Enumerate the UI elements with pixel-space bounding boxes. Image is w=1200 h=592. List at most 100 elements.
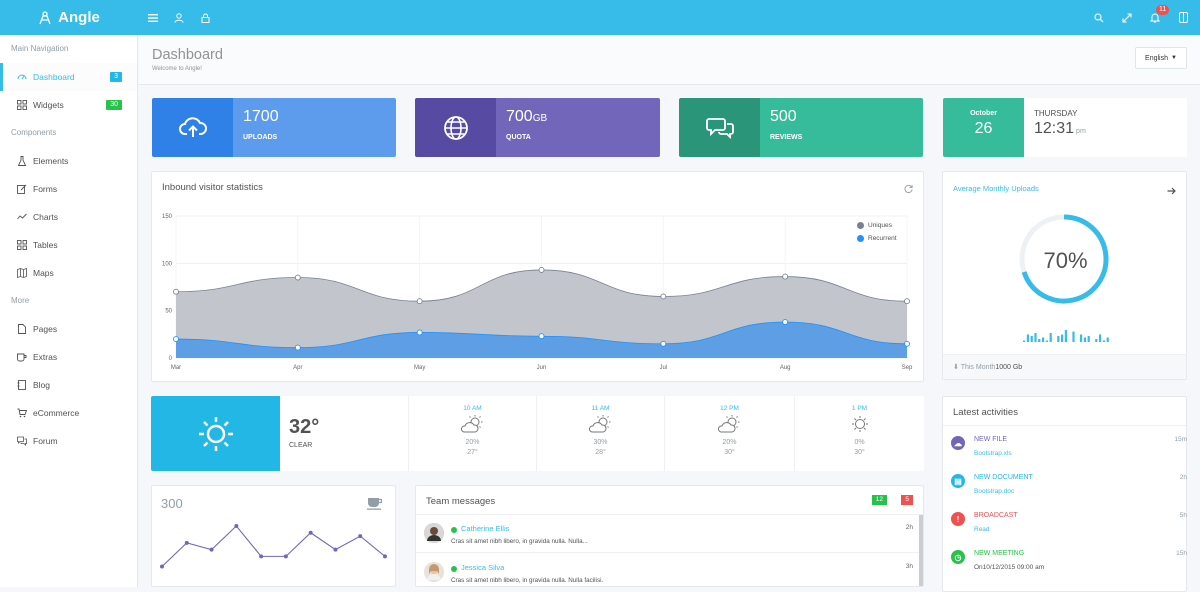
x-tick-label: Aug (780, 365, 791, 371)
activity-item[interactable]: ◷ NEW MEETING On10/12/2015 09:00 am 15h (951, 548, 1187, 584)
widgets-count-badge: 30 (106, 100, 122, 110)
language-dropdown[interactable]: English ▼ (1135, 47, 1187, 69)
sparkline-path (161, 525, 386, 567)
top-navbar: Angle 11 (0, 0, 1200, 35)
content-heading: Dashboard Welcome to Angle! English ▼ (139, 35, 1200, 85)
nav-heading-components: Components (11, 128, 57, 137)
sidebar-item-maps[interactable]: Maps (0, 259, 137, 287)
sidebar-item-extras[interactable]: Extras (0, 343, 137, 371)
online-status-dot (451, 566, 457, 572)
activity-item[interactable]: ▤ NEW DOCUMENT Bootstrap.doc 2h (951, 472, 1187, 508)
quota-unit: GB (532, 113, 548, 124)
lock-button[interactable] (192, 0, 218, 35)
language-label: English (1145, 54, 1168, 62)
sidebar-item-widgets[interactable]: Widgets 30 (0, 91, 137, 119)
sparkline-panel: 300 (151, 485, 396, 587)
y-tick-label: 0 (169, 356, 173, 362)
spark-bar (1034, 333, 1037, 342)
spark-bar (1064, 330, 1067, 342)
uploads-footer: ⬇ This Month1000 Gb (943, 354, 1186, 379)
message-item[interactable]: Catherine Ellis Cras sit amet nibh liber… (416, 515, 921, 553)
spark-bar (1042, 337, 1045, 342)
sun-icon (151, 396, 280, 471)
panel-title: Team messages (426, 496, 496, 507)
activity-item[interactable]: ☁ NEW FILE Bootstrap.xls 15m (951, 434, 1187, 470)
fullscreen-button[interactable] (1114, 0, 1140, 35)
uploads-label: UPLOADS (243, 134, 278, 141)
angle-logo-icon (39, 10, 51, 24)
data-point (782, 319, 789, 325)
sidebar-item-pages[interactable]: Pages (0, 315, 137, 343)
sparkline-point (308, 530, 313, 535)
activity-link[interactable]: Bootstrap.xls (974, 450, 1012, 457)
activity-item[interactable]: ! BROADCAST Read 5h (951, 510, 1187, 546)
menu-toggle-button[interactable] (140, 0, 166, 35)
note-icon (17, 184, 27, 194)
message-preview: Cras sit amet nibh libero, in gravida nu… (451, 577, 604, 584)
date-month: October (970, 110, 997, 117)
x-tick-label: May (414, 365, 425, 371)
user-block-button[interactable] (166, 0, 192, 35)
spark-bar (1080, 334, 1083, 342)
offsidebar-toggle-button[interactable] (1170, 0, 1196, 35)
weather-widget: 32° CLEAR 10 AM 20% 27° 11 AM 30% 28° 12… (151, 396, 924, 471)
partly-cloudy-icon (717, 415, 739, 433)
messages-scrollbar[interactable] (919, 515, 923, 586)
globe-icon (415, 98, 496, 157)
sidebar-item-dashboard[interactable]: Dashboard 3 (0, 63, 137, 91)
y-tick-label: 50 (165, 309, 172, 315)
forecast-precip: 20% (722, 439, 737, 446)
brand-logo[interactable]: Angle (0, 0, 138, 35)
activity-link[interactable]: Read (974, 526, 990, 533)
date-ampm: pm (1076, 128, 1086, 135)
sidebar-item-tables[interactable]: Tables (0, 231, 137, 259)
message-sender[interactable]: Catherine Ellis (461, 524, 509, 533)
brand-name: Angle (58, 9, 100, 26)
document-icon: ▤ (951, 474, 965, 488)
activity-link[interactable]: Bootstrap.doc (974, 488, 1014, 495)
forecast-time: 12 PM (720, 405, 739, 412)
activity-time: 15h (1176, 550, 1187, 557)
search-button[interactable] (1086, 0, 1112, 35)
weather-condition: CLEAR (289, 442, 313, 449)
user-icon (174, 12, 184, 23)
sparkline-point (234, 524, 239, 528)
sidebar-item-label: Forum (33, 436, 58, 446)
sidebar-item-label: Maps (33, 268, 54, 278)
sidebar-item-charts[interactable]: Charts (0, 203, 137, 231)
sparkline-point (383, 554, 387, 559)
sidebar-item-label: Extras (33, 352, 58, 362)
footer-value: 1000 Gb (995, 364, 1023, 371)
sparkline-point (209, 547, 214, 552)
message-sender[interactable]: Jessica Silva (461, 563, 504, 572)
sidebar-item-forms[interactable]: Forms (0, 175, 137, 203)
sidebar-item-label: Widgets (33, 100, 64, 110)
date-card: October 26 THURSDAY 12:31 pm (943, 98, 1187, 157)
message-time: 3h (905, 563, 913, 570)
activity-title: NEW FILE (974, 436, 1008, 443)
data-point (294, 274, 301, 281)
sidebar-panel-icon (1178, 12, 1188, 23)
message-item[interactable]: Jessica Silva Cras sit amet nibh libero,… (416, 554, 921, 586)
forecast-time: 1 PM (851, 405, 868, 412)
bubbles-icon (17, 436, 27, 446)
sidebar-item-ecommerce[interactable]: eCommerce (0, 399, 137, 427)
alert-icon: ! (951, 512, 965, 526)
activity-title: BROADCAST (974, 512, 1018, 519)
sidebar-item-forum[interactable]: Forum (0, 427, 137, 455)
partly-sunny-icon (851, 416, 868, 432)
data-point (660, 340, 667, 347)
forecast-temp: 30° (724, 449, 735, 456)
spark-bar (1023, 340, 1026, 342)
data-point (538, 267, 545, 273)
x-tick-label: Jul (659, 365, 667, 371)
dashboard-icon (17, 72, 27, 82)
spark-bar (1026, 334, 1029, 342)
sidebar-item-elements[interactable]: Elements (0, 147, 137, 175)
nav-heading-more: More (11, 296, 30, 305)
notifications-button[interactable]: 11 (1142, 0, 1170, 35)
sidebar-item-label: Dashboard (33, 72, 75, 82)
data-point (173, 336, 179, 343)
sidebar-item-blog[interactable]: Blog (0, 371, 137, 399)
sidebar-item-label: Elements (33, 156, 69, 166)
